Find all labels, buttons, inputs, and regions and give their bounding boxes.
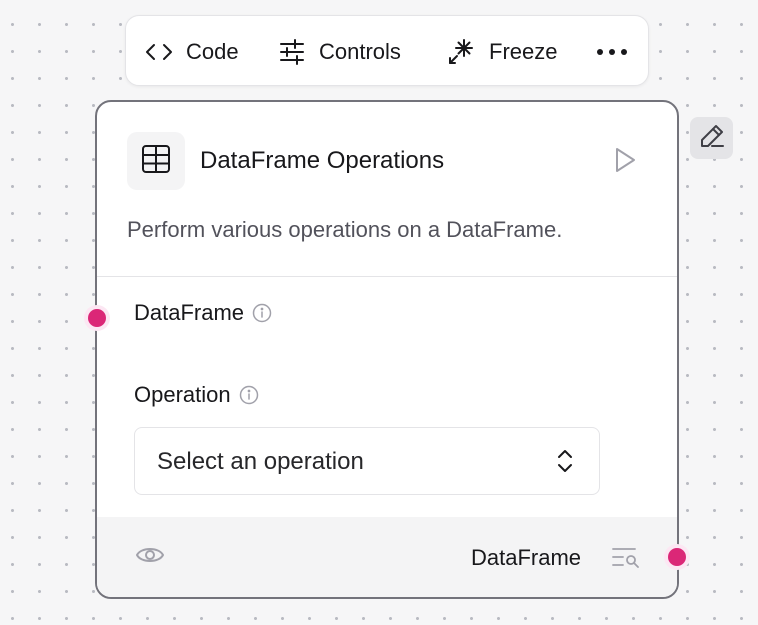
snowflake-icon — [446, 37, 476, 67]
info-icon[interactable] — [252, 303, 272, 323]
controls-label: Controls — [319, 38, 401, 64]
dataframe-output-handle[interactable] — [668, 548, 686, 566]
more-options-button[interactable] — [596, 16, 628, 87]
output-label: DataFrame — [471, 545, 582, 570]
more-horizontal-icon — [596, 47, 628, 57]
info-icon[interactable] — [239, 385, 259, 405]
list-search-icon — [611, 548, 641, 572]
operation-input-label-text: Operation — [134, 382, 231, 407]
inspect-output-button[interactable] — [611, 546, 641, 573]
eye-icon — [135, 548, 165, 571]
node-output-bar: DataFrame — [97, 517, 677, 597]
run-node-button[interactable] — [607, 146, 643, 178]
edit-node-button[interactable] — [690, 117, 733, 159]
operation-select[interactable]: Select an operation — [134, 427, 600, 495]
section-divider — [97, 276, 677, 277]
chevrons-up-down-icon — [557, 449, 573, 478]
toggle-visibility-button[interactable] — [135, 543, 165, 572]
dataframe-input-handle[interactable] — [88, 309, 106, 327]
freeze-button[interactable]: Freeze — [446, 16, 557, 87]
code-button[interactable]: Code — [145, 16, 239, 87]
sliders-icon — [278, 38, 306, 66]
table-icon — [141, 144, 171, 179]
node-icon-wrapper — [127, 132, 185, 190]
node-description: Perform various operations on a DataFram… — [127, 217, 563, 242]
freeze-label: Freeze — [489, 38, 558, 64]
dataframe-input-label: DataFrame — [134, 299, 272, 327]
play-icon — [613, 147, 637, 178]
code-icon — [145, 42, 173, 62]
node-title: DataFrame Operations — [200, 147, 445, 174]
operation-input-label: Operation — [134, 381, 259, 409]
operation-select-value: Select an operation — [157, 448, 364, 475]
dataframe-input-label-text: DataFrame — [134, 300, 245, 325]
pencil-icon — [698, 122, 726, 155]
node-toolbar: Code Controls Freeze — [125, 15, 649, 86]
code-label: Code — [186, 38, 239, 64]
controls-button[interactable]: Controls — [278, 16, 401, 87]
node-card[interactable]: DataFrame Operations Perform various ope… — [95, 100, 679, 599]
